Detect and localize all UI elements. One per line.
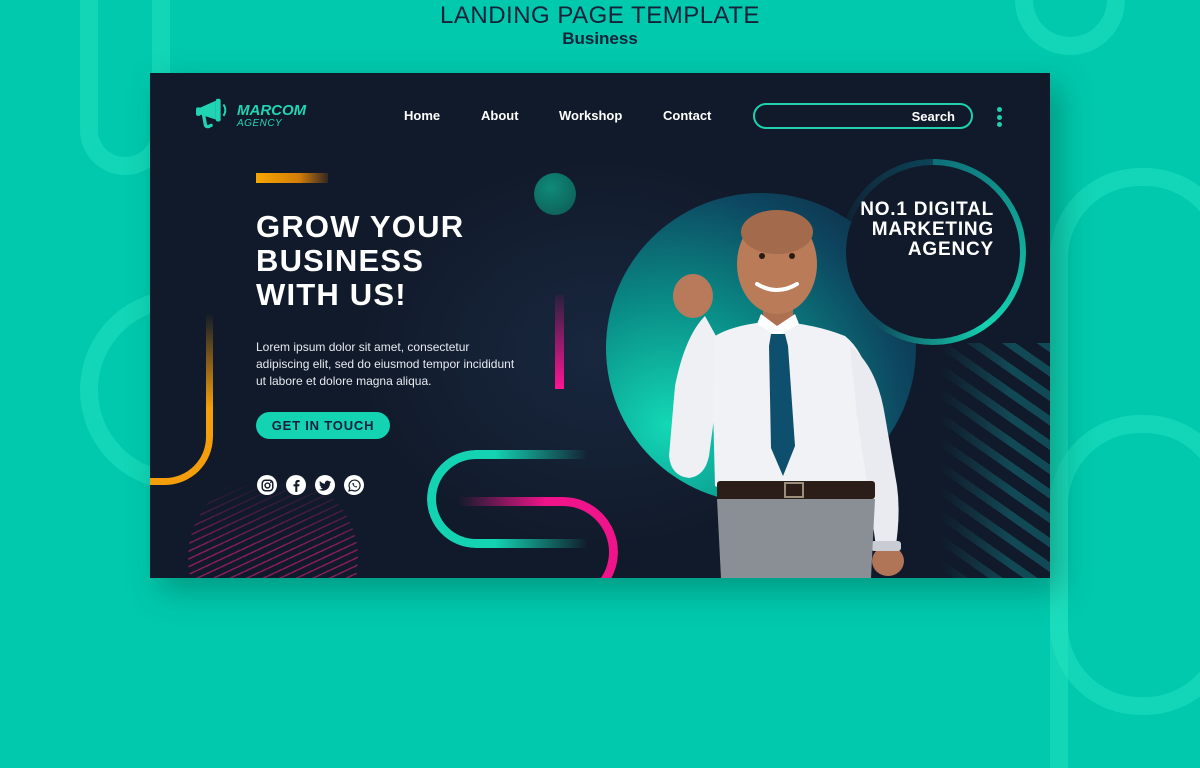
megaphone-icon [195, 95, 233, 136]
headline-line: WITH US! [256, 277, 407, 312]
diagonal-stripes-decoration [940, 343, 1050, 578]
search-input[interactable] [763, 107, 897, 127]
get-in-touch-button[interactable]: GET IN TOUCH [256, 412, 390, 439]
facebook-link[interactable] [286, 475, 306, 495]
logo-tagline: AGENCY [237, 117, 283, 129]
instagram-link[interactable] [257, 475, 277, 495]
whatsapp-link[interactable] [344, 475, 364, 495]
search-bar: Search [753, 103, 973, 129]
headline-line: BUSINESS [256, 243, 425, 278]
twitter-icon [318, 480, 331, 491]
kebab-menu-icon[interactable] [995, 107, 1003, 129]
pink-curve-decoration [458, 497, 618, 578]
page-title: LANDING PAGE TEMPLATE [440, 2, 760, 29]
accent-bar [256, 173, 328, 183]
tagline-line: NO.1 DIGITAL [860, 199, 994, 220]
orange-curve-decoration [150, 313, 213, 485]
twitter-link[interactable] [315, 475, 335, 495]
search-button[interactable]: Search [912, 109, 955, 124]
instagram-icon [260, 478, 274, 492]
hero-body-text: Lorem ipsum dolor sit amet, consectetur … [256, 340, 515, 388]
page-subtitle: Business [562, 29, 638, 48]
facebook-icon [292, 479, 300, 492]
nav-about[interactable]: About [481, 108, 519, 123]
nav-workshop[interactable]: Workshop [559, 108, 622, 123]
whatsapp-icon [347, 478, 361, 492]
teal-dot-decoration [534, 173, 576, 215]
logo[interactable]: MARCOM AGENCY [195, 95, 306, 136]
social-links [257, 475, 364, 495]
tagline-line: MARKETING [871, 219, 994, 240]
hero-tagline: NO.1 DIGITAL MARKETING AGENCY [860, 200, 994, 260]
hero-headline: GROW YOUR BUSINESS WITH US! [256, 210, 464, 312]
background-decoration [1050, 415, 1200, 715]
nav-contact[interactable]: Contact [663, 108, 711, 123]
headline-line: GROW YOUR [256, 209, 465, 244]
logo-name: MARCOM [237, 101, 307, 119]
tagline-line: AGENCY [907, 239, 994, 260]
pink-bar-decoration [555, 295, 564, 389]
nav-home[interactable]: Home [404, 108, 440, 123]
landing-page-mockup: MARCOM AGENCY Home About Workshop Contac… [150, 73, 1050, 578]
